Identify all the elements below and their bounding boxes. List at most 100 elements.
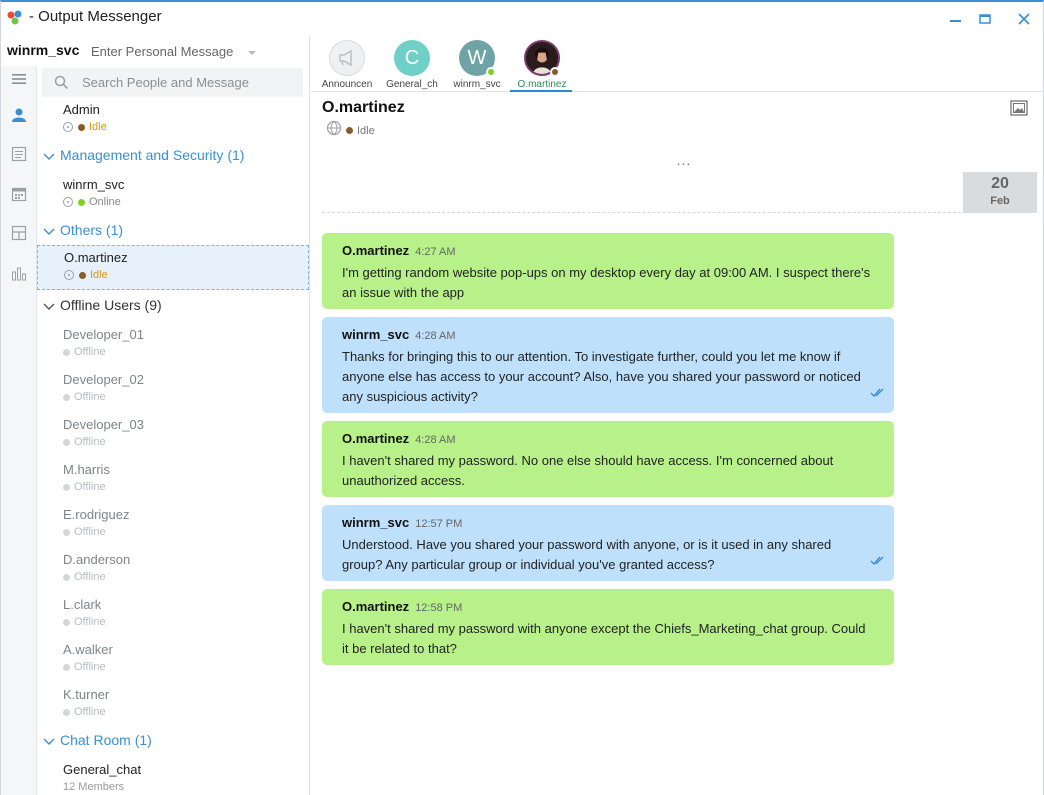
contact-developer-01[interactable]: Developer_01 Offline xyxy=(37,323,309,368)
offline-dot-icon xyxy=(63,573,70,581)
contact-status-row: Online xyxy=(63,195,121,209)
date-separator-line xyxy=(322,212,1036,213)
contact-developer-02[interactable]: Developer_02 Offline xyxy=(37,368,309,413)
contacts-icon[interactable] xyxy=(10,106,28,124)
contact-a-walker[interactable]: A.walker Offline xyxy=(37,638,309,683)
personal-message-input[interactable]: Enter Personal Message xyxy=(91,44,233,59)
search-input[interactable]: Search People and Message xyxy=(42,68,303,97)
message-text: I haven't shared my password. No one els… xyxy=(342,453,834,488)
contact-k-turner[interactable]: K.turner Offline xyxy=(37,683,309,728)
contact-status-row: Offline xyxy=(63,525,106,539)
contact-status-row: Offline xyxy=(63,570,106,584)
avatar: C xyxy=(394,40,430,76)
layout-icon[interactable] xyxy=(10,224,28,242)
idle-dot-icon xyxy=(346,127,353,134)
load-more-button[interactable]: ... xyxy=(669,152,699,168)
date-badge: 20 Feb xyxy=(963,172,1037,213)
contact-developer-03[interactable]: Developer_03 Offline xyxy=(37,413,309,458)
offline-dot-icon xyxy=(63,483,70,491)
message-sender: winrm_svc xyxy=(342,515,410,530)
contact-d-anderson[interactable]: D.anderson Offline xyxy=(37,548,309,593)
contact-admin[interactable]: Admin Idle xyxy=(37,98,309,143)
contact-o-martinez[interactable]: O.martinez Idle xyxy=(37,245,309,290)
profile-bar: winrm_svc Enter Personal Message xyxy=(1,36,309,66)
tab-announcements[interactable]: Announcen xyxy=(315,38,379,92)
message-time: 4:28 AM xyxy=(415,330,456,342)
contact-e-rodriguez[interactable]: E.rodriguez Offline xyxy=(37,503,309,548)
tab-o-martinez[interactable]: O.martinez xyxy=(510,38,572,92)
message-bubble[interactable]: O.martinez 4:28 AM I haven't shared my pa… xyxy=(322,421,894,497)
minimize-icon[interactable] xyxy=(945,10,967,28)
menu-icon[interactable] xyxy=(10,70,28,88)
conversation-status: Idle xyxy=(357,124,375,137)
conversation-header: O.martinez Idle xyxy=(310,93,1044,143)
offline-dot-icon xyxy=(63,348,70,356)
contact-status: Online xyxy=(89,196,121,208)
contact-status: Idle xyxy=(89,121,107,133)
date-month: Feb xyxy=(990,195,1010,207)
globe-icon xyxy=(326,120,342,141)
message-bubble[interactable]: O.martinez 12:58 PM I haven't shared my p… xyxy=(322,589,894,665)
contact-status-row: Offline xyxy=(63,390,106,404)
contact-status-row: Offline xyxy=(63,480,106,494)
contact-status-row: Offline xyxy=(63,660,106,674)
calendar-icon[interactable] xyxy=(10,185,28,203)
double-check-icon xyxy=(870,385,886,403)
contact-status-row: Idle xyxy=(63,120,107,134)
message-sender: winrm_svc xyxy=(342,327,410,342)
device-icon xyxy=(63,122,73,132)
offline-dot-icon xyxy=(63,663,70,671)
group-management-and-security[interactable]: Management and Security (1) xyxy=(37,143,309,169)
offline-dot-icon xyxy=(63,438,70,446)
message-text: Thanks for bringing this to our attentio… xyxy=(342,349,861,404)
message-time: 12:58 PM xyxy=(415,602,463,614)
profile-name[interactable]: winrm_svc xyxy=(7,42,79,58)
tab-label: O.martinez xyxy=(517,79,567,90)
message-bubble[interactable]: winrm_svc 4:28 AM Thanks for bringing thi… xyxy=(322,317,894,413)
contact-status-row: Offline xyxy=(63,345,106,359)
tab-general-chat[interactable]: C General_ch xyxy=(380,38,444,92)
contact-l-clark[interactable]: L.clark Offline xyxy=(37,593,309,638)
contact-name: D.anderson xyxy=(63,552,131,567)
output-messenger-window: - Output Messenger winrm_svc Enter Perso… xyxy=(0,0,1044,795)
group-others[interactable]: Others (1) xyxy=(37,218,309,244)
contact-m-harris[interactable]: M.harris Offline xyxy=(37,458,309,503)
close-icon[interactable] xyxy=(1013,10,1035,28)
search-icon xyxy=(54,75,69,95)
message-sender: O.martinez xyxy=(342,431,410,446)
message-bubble[interactable]: winrm_svc 12:57 PM Understood. Have you s… xyxy=(322,505,894,581)
restore-icon[interactable] xyxy=(974,10,996,28)
contact-status: Offline xyxy=(74,616,106,628)
search-placeholder: Search People and Message xyxy=(82,75,249,90)
contact-status: Offline xyxy=(74,526,106,538)
image-gallery-icon[interactable] xyxy=(1010,100,1028,121)
date-day: 20 xyxy=(991,175,1009,192)
contact-status-row: Offline xyxy=(63,435,106,449)
contact-status: Offline xyxy=(74,661,106,673)
chevron-down-icon xyxy=(43,149,55,167)
conversation-status-row: Idle xyxy=(326,120,375,141)
tab-winrm-svc[interactable]: W winrm_svc xyxy=(445,38,509,92)
group-title: Others (1) xyxy=(60,222,124,238)
member-count: 12 Members xyxy=(63,781,125,793)
contact-name: E.rodriguez xyxy=(63,507,130,522)
message-time: 4:27 AM xyxy=(415,246,456,258)
chevron-down-icon xyxy=(43,299,55,317)
message-bubble[interactable]: O.martinez 4:27 AM I'm getting random web… xyxy=(322,233,894,309)
contact-status: Offline xyxy=(74,391,106,403)
contact-winrm-svc[interactable]: winrm_svc Online xyxy=(37,173,309,218)
notes-icon[interactable] xyxy=(10,145,28,163)
contact-status-row: 12 Members xyxy=(63,780,124,794)
chevron-down-icon[interactable] xyxy=(247,44,257,62)
contact-name: L.clark xyxy=(63,597,102,612)
reports-icon[interactable] xyxy=(10,264,28,282)
contact-status-row: Idle xyxy=(64,268,108,282)
contact-name: Developer_02 xyxy=(63,372,144,387)
pane-divider[interactable] xyxy=(309,36,310,795)
contact-status: Offline xyxy=(74,571,106,583)
group-offline-users[interactable]: Offline Users (9) xyxy=(37,293,309,319)
chatroom-general-chat[interactable]: General_chat 12 Members xyxy=(37,758,309,795)
contact-status: Offline xyxy=(74,481,106,493)
contact-name: General_chat xyxy=(63,762,142,777)
group-chat-room[interactable]: Chat Room (1) xyxy=(37,728,309,754)
